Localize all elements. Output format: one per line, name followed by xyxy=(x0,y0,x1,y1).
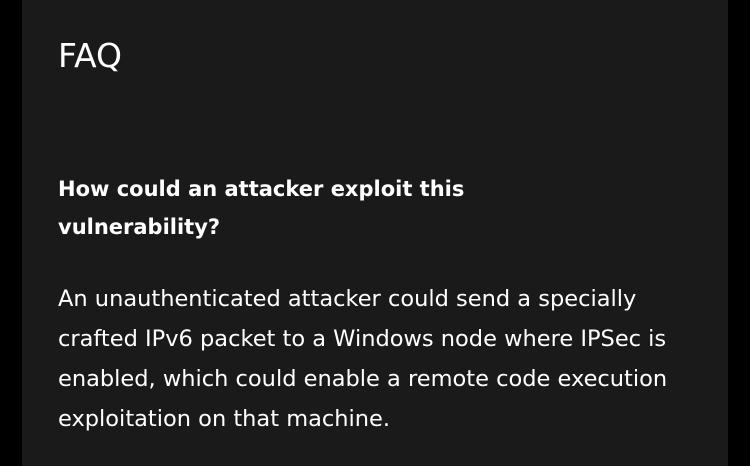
faq-question: How could an attacker exploit this vulne… xyxy=(58,177,465,239)
faq-panel: FAQ How could an attacker exploit this v… xyxy=(22,0,728,466)
faq-heading: FAQ xyxy=(58,36,122,75)
page: FAQ How could an attacker exploit this v… xyxy=(0,0,750,466)
faq-answer: An unauthenticated attacker could send a… xyxy=(58,286,668,432)
